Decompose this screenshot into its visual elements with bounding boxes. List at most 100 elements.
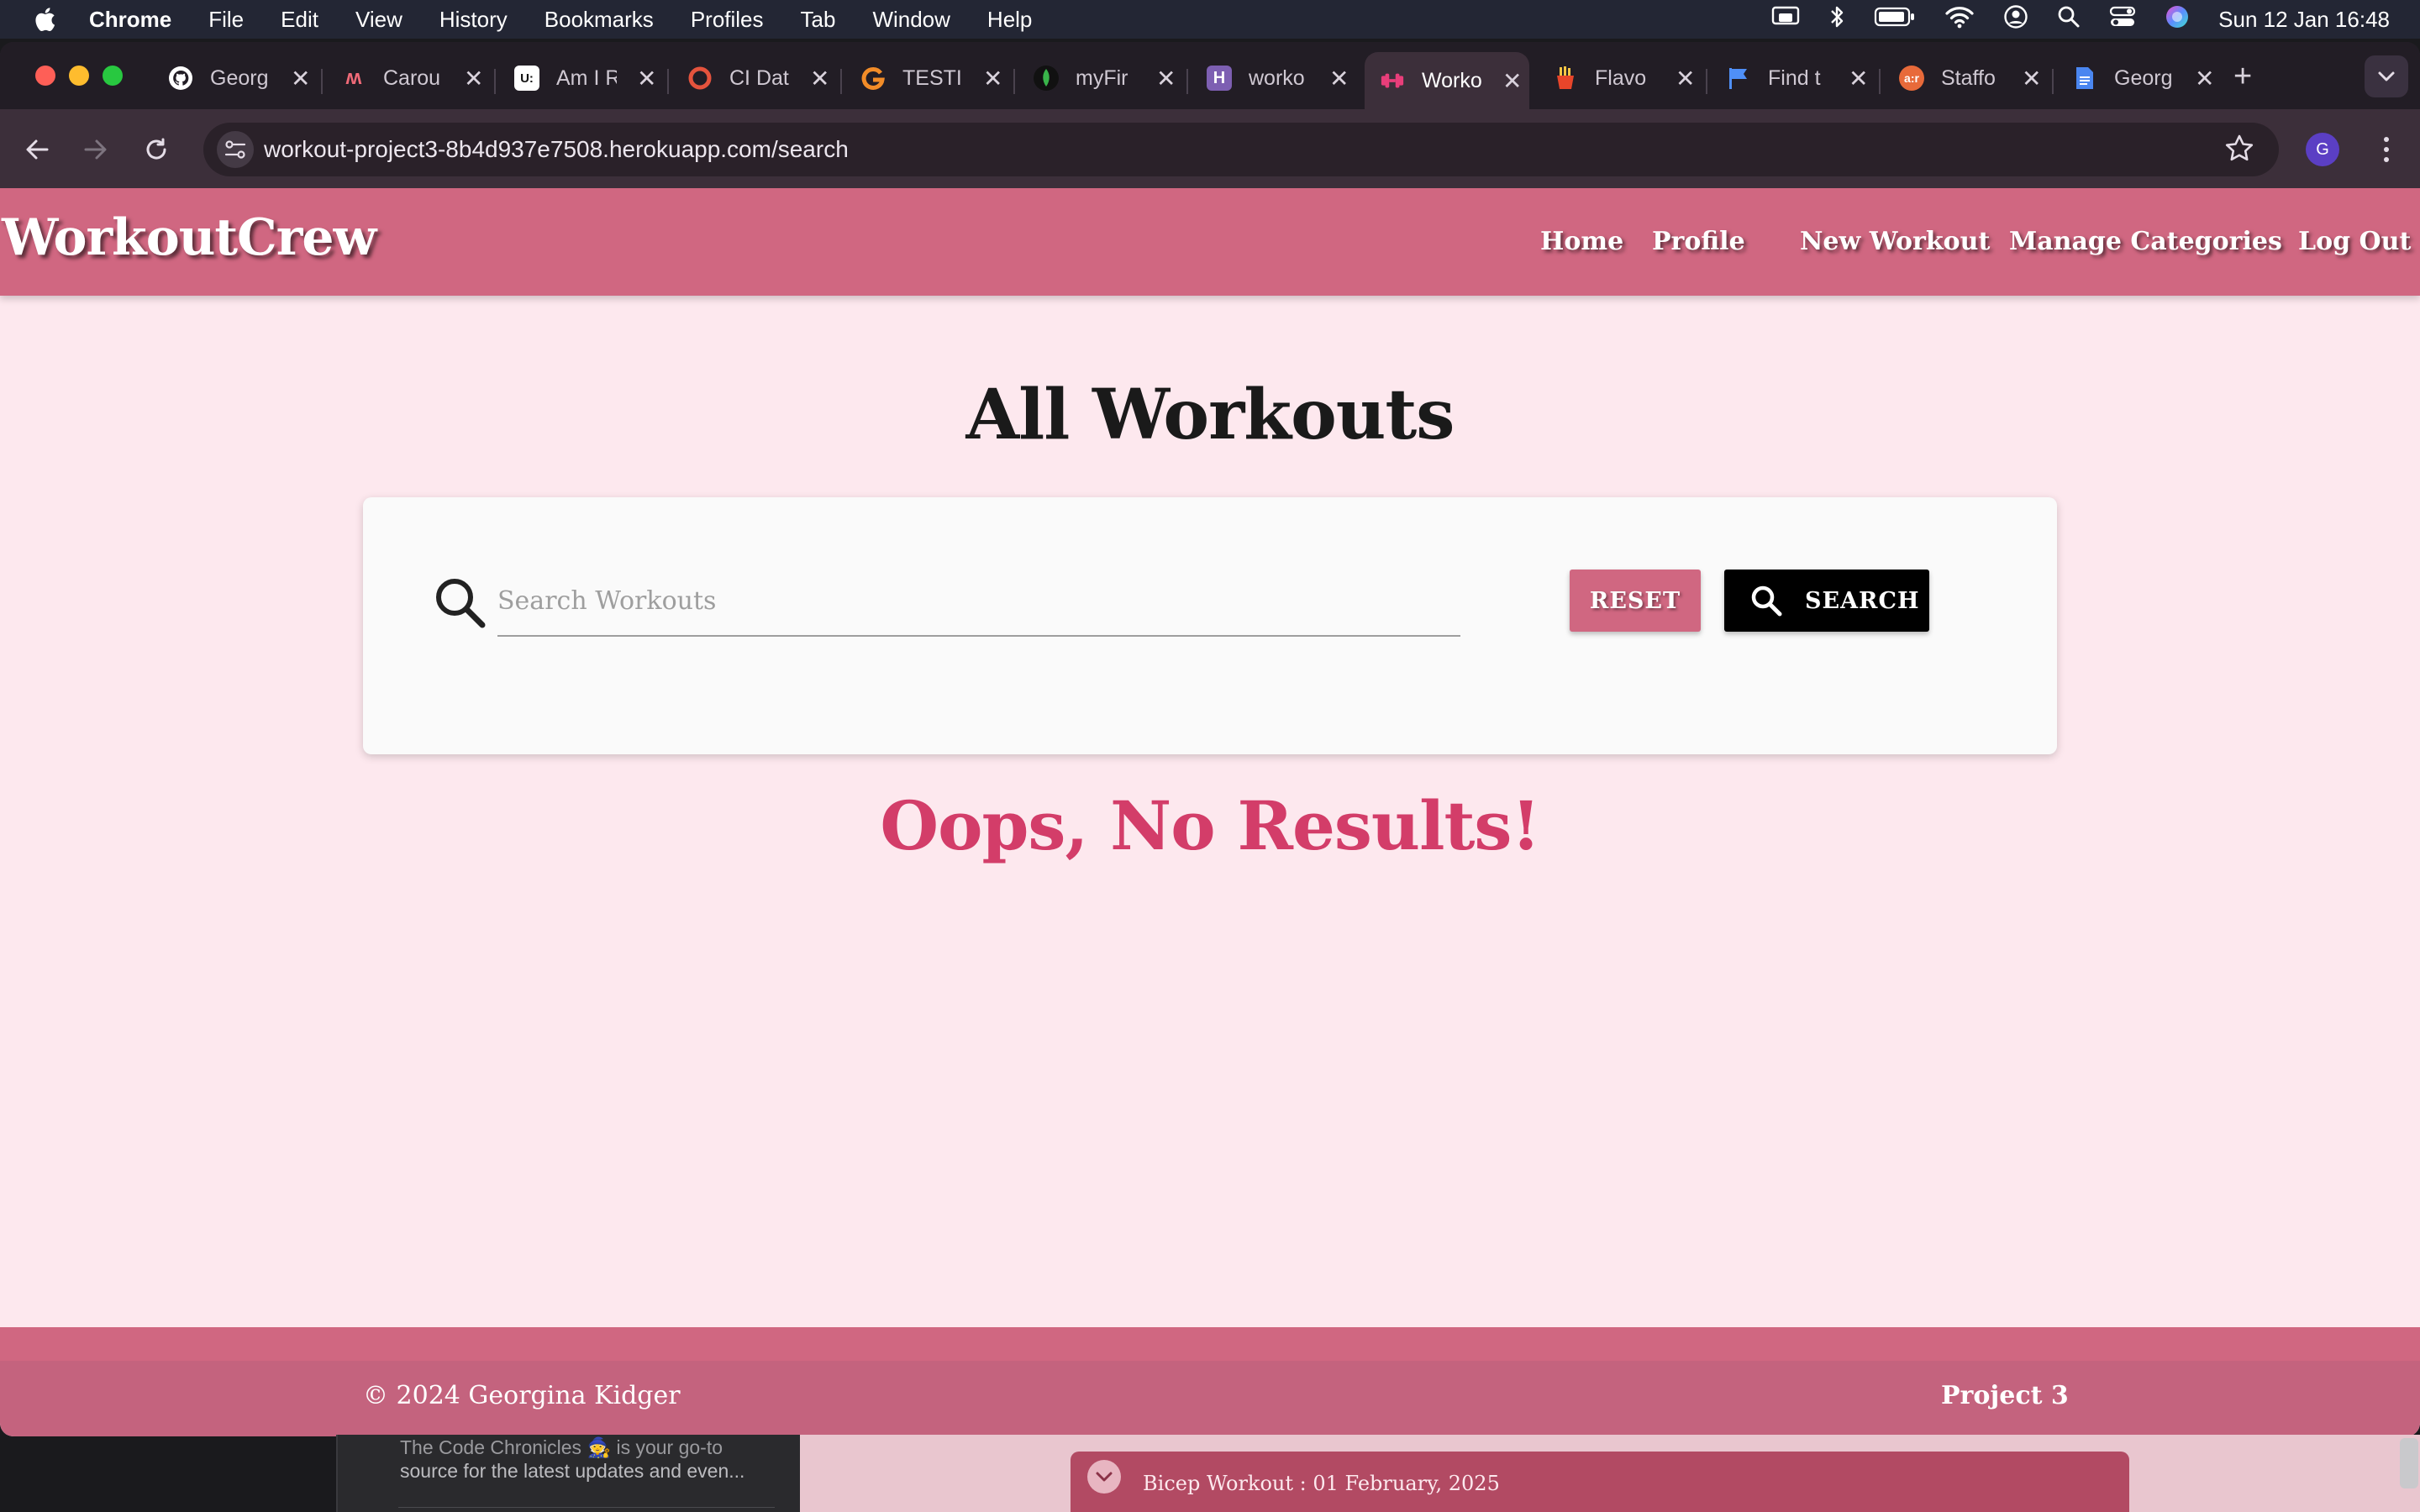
zoom-window-button[interactable] xyxy=(103,66,123,86)
menubar-profiles[interactable]: Profiles xyxy=(691,7,764,33)
tab-close-icon[interactable]: ✕ xyxy=(810,65,829,92)
bookmark-star-icon[interactable] xyxy=(2223,133,2255,169)
tab-separator xyxy=(321,69,323,94)
tab-close-icon[interactable]: ✕ xyxy=(2195,65,2214,92)
nav-manage-categories[interactable]: Manage Categories xyxy=(2009,227,2282,256)
apple-menu-icon[interactable] xyxy=(32,5,57,34)
tab-title: Georg xyxy=(210,66,269,90)
user-account-icon[interactable] xyxy=(2003,4,2028,35)
heroku-icon: H xyxy=(1207,66,1232,91)
brand-logo[interactable]: WorkoutCrew xyxy=(2,208,376,267)
menubar-file[interactable]: File xyxy=(208,7,244,33)
menubar-help[interactable]: Help xyxy=(987,7,1032,33)
tab-close-icon[interactable]: ✕ xyxy=(1502,67,1522,95)
nav-new-workout[interactable]: New Workout xyxy=(1800,227,1990,256)
menubar-clock[interactable]: Sun 12 Jan 16:48 xyxy=(2218,7,2390,33)
tab-close-icon[interactable]: ✕ xyxy=(1849,65,1868,92)
tab-title: Carou xyxy=(383,66,441,90)
screen-mirroring-icon[interactable] xyxy=(1771,5,1800,34)
menubar-history[interactable]: History xyxy=(439,7,508,33)
tab-testing[interactable]: TESTI ✕ xyxy=(845,52,1002,104)
search-icon xyxy=(432,575,487,630)
tab-ci-data[interactable]: CI Dat ✕ xyxy=(672,52,829,104)
tab-separator xyxy=(1706,69,1707,94)
tab-workout-active[interactable]: Worko ✕ xyxy=(1365,52,1529,109)
ring-logo-icon xyxy=(687,66,713,91)
tab-close-icon[interactable]: ✕ xyxy=(291,65,310,92)
background-snippet-line: source for the latest updates and even..… xyxy=(400,1460,745,1482)
menubar-app-name[interactable]: Chrome xyxy=(89,7,171,33)
m-logo-icon: ʍ xyxy=(345,66,362,89)
tab-search-chevron-icon[interactable] xyxy=(2365,55,2408,97)
tab-github[interactable]: Georg ✕ xyxy=(153,52,310,104)
site-settings-icon[interactable] xyxy=(217,131,254,168)
tab-title: Flavo xyxy=(1595,66,1647,90)
browser-window: Georg ✕ ʍ Carou ✕ U: Am I R ✕ CI Dat ✕ T… xyxy=(0,42,2420,1436)
g-logo-icon xyxy=(860,66,886,91)
siri-icon[interactable] xyxy=(2165,4,2190,35)
tab-close-icon[interactable]: ✕ xyxy=(464,65,483,92)
tab-close-icon[interactable]: ✕ xyxy=(637,65,656,92)
control-center-icon[interactable] xyxy=(2109,5,2136,34)
tab-title: worko xyxy=(1249,66,1305,90)
bluetooth-icon[interactable] xyxy=(1828,4,1845,35)
menubar-tab[interactable]: Tab xyxy=(801,7,836,33)
minimize-window-button[interactable] xyxy=(69,66,89,86)
nav-log-out[interactable]: Log Out xyxy=(2298,227,2411,256)
tab-staffordshire[interactable]: a:r Staffo ✕ xyxy=(1884,52,2041,104)
footer-copyright: © 2024 Georgina Kidger xyxy=(363,1381,681,1410)
close-window-button[interactable] xyxy=(35,66,55,86)
background-window-left: The Code Chronicles 🧙 is your go-to sour… xyxy=(336,1435,800,1512)
address-bar[interactable]: workout-project3-8b4d937e7508.herokuapp.… xyxy=(203,123,2279,176)
tab-my-first[interactable]: myFir ✕ xyxy=(1018,52,1176,104)
chrome-menu-icon[interactable] xyxy=(2370,131,2403,168)
tab-separator xyxy=(840,69,842,94)
docs-icon xyxy=(2072,66,2097,91)
tab-am-i-responsive[interactable]: U: Am I R ✕ xyxy=(499,52,656,104)
search-input[interactable] xyxy=(497,566,1460,637)
tab-title: Staffo xyxy=(1941,66,1996,90)
tab-title: CI Dat xyxy=(729,66,789,90)
divider xyxy=(398,1507,775,1508)
tab-close-icon[interactable]: ✕ xyxy=(1676,65,1695,92)
tab-flavours[interactable]: Flavo ✕ xyxy=(1538,52,1695,104)
leaf-icon xyxy=(1034,66,1059,91)
battery-icon[interactable] xyxy=(1874,6,1916,34)
reset-button[interactable]: RESET xyxy=(1570,570,1701,632)
tab-strip: Georg ✕ ʍ Carou ✕ U: Am I R ✕ CI Dat ✕ T… xyxy=(0,42,2420,109)
nav-profile[interactable]: Profile xyxy=(1652,227,1745,256)
reload-icon[interactable] xyxy=(139,133,173,166)
site-navbar: WorkoutCrew Home Profile New Workout Man… xyxy=(0,188,2420,296)
back-arrow-icon[interactable] xyxy=(20,133,54,166)
forward-arrow-icon[interactable] xyxy=(79,133,113,166)
menubar-status-area: Sun 12 Jan 16:48 xyxy=(1771,0,2390,39)
nav-home[interactable]: Home xyxy=(1540,227,1623,256)
tab-heroku-workout[interactable]: H worko ✕ xyxy=(1192,52,1349,104)
menubar-bookmarks[interactable]: Bookmarks xyxy=(544,7,654,33)
tab-close-icon[interactable]: ✕ xyxy=(983,65,1002,92)
background-scrollbar[interactable] xyxy=(2400,1438,2418,1488)
tab-close-icon[interactable]: ✕ xyxy=(2022,65,2041,92)
footer-band xyxy=(0,1327,2420,1361)
menubar-edit[interactable]: Edit xyxy=(281,7,318,33)
tab-separator xyxy=(2052,69,2054,94)
tab-find[interactable]: Find t ✕ xyxy=(1711,52,1868,104)
tab-title: Worko xyxy=(1422,68,1482,92)
tab-title: Find t xyxy=(1768,66,1821,90)
tab-google-doc[interactable]: Georg ✕ xyxy=(2057,52,2214,104)
search-button[interactable]: SEARCH xyxy=(1724,570,1929,632)
chevron-down-icon[interactable] xyxy=(1087,1460,1121,1494)
profile-avatar[interactable]: G xyxy=(2306,133,2339,166)
wifi-icon[interactable] xyxy=(1944,5,1975,34)
tab-close-icon[interactable]: ✕ xyxy=(1156,65,1176,92)
web-page: WorkoutCrew Home Profile New Workout Man… xyxy=(0,188,2420,1436)
spotlight-search-icon[interactable] xyxy=(2057,5,2081,34)
menubar-view[interactable]: View xyxy=(355,7,402,33)
tab-carousel[interactable]: ʍ Carou ✕ xyxy=(326,52,484,104)
url-text[interactable]: workout-project3-8b4d937e7508.herokuapp.… xyxy=(264,136,849,163)
menubar-window[interactable]: Window xyxy=(872,7,950,33)
tab-separator xyxy=(667,69,669,94)
tab-close-icon[interactable]: ✕ xyxy=(1329,65,1349,92)
footer-project: Project 3 xyxy=(1941,1381,2069,1410)
new-tab-plus-icon[interactable]: + xyxy=(2233,60,2252,92)
